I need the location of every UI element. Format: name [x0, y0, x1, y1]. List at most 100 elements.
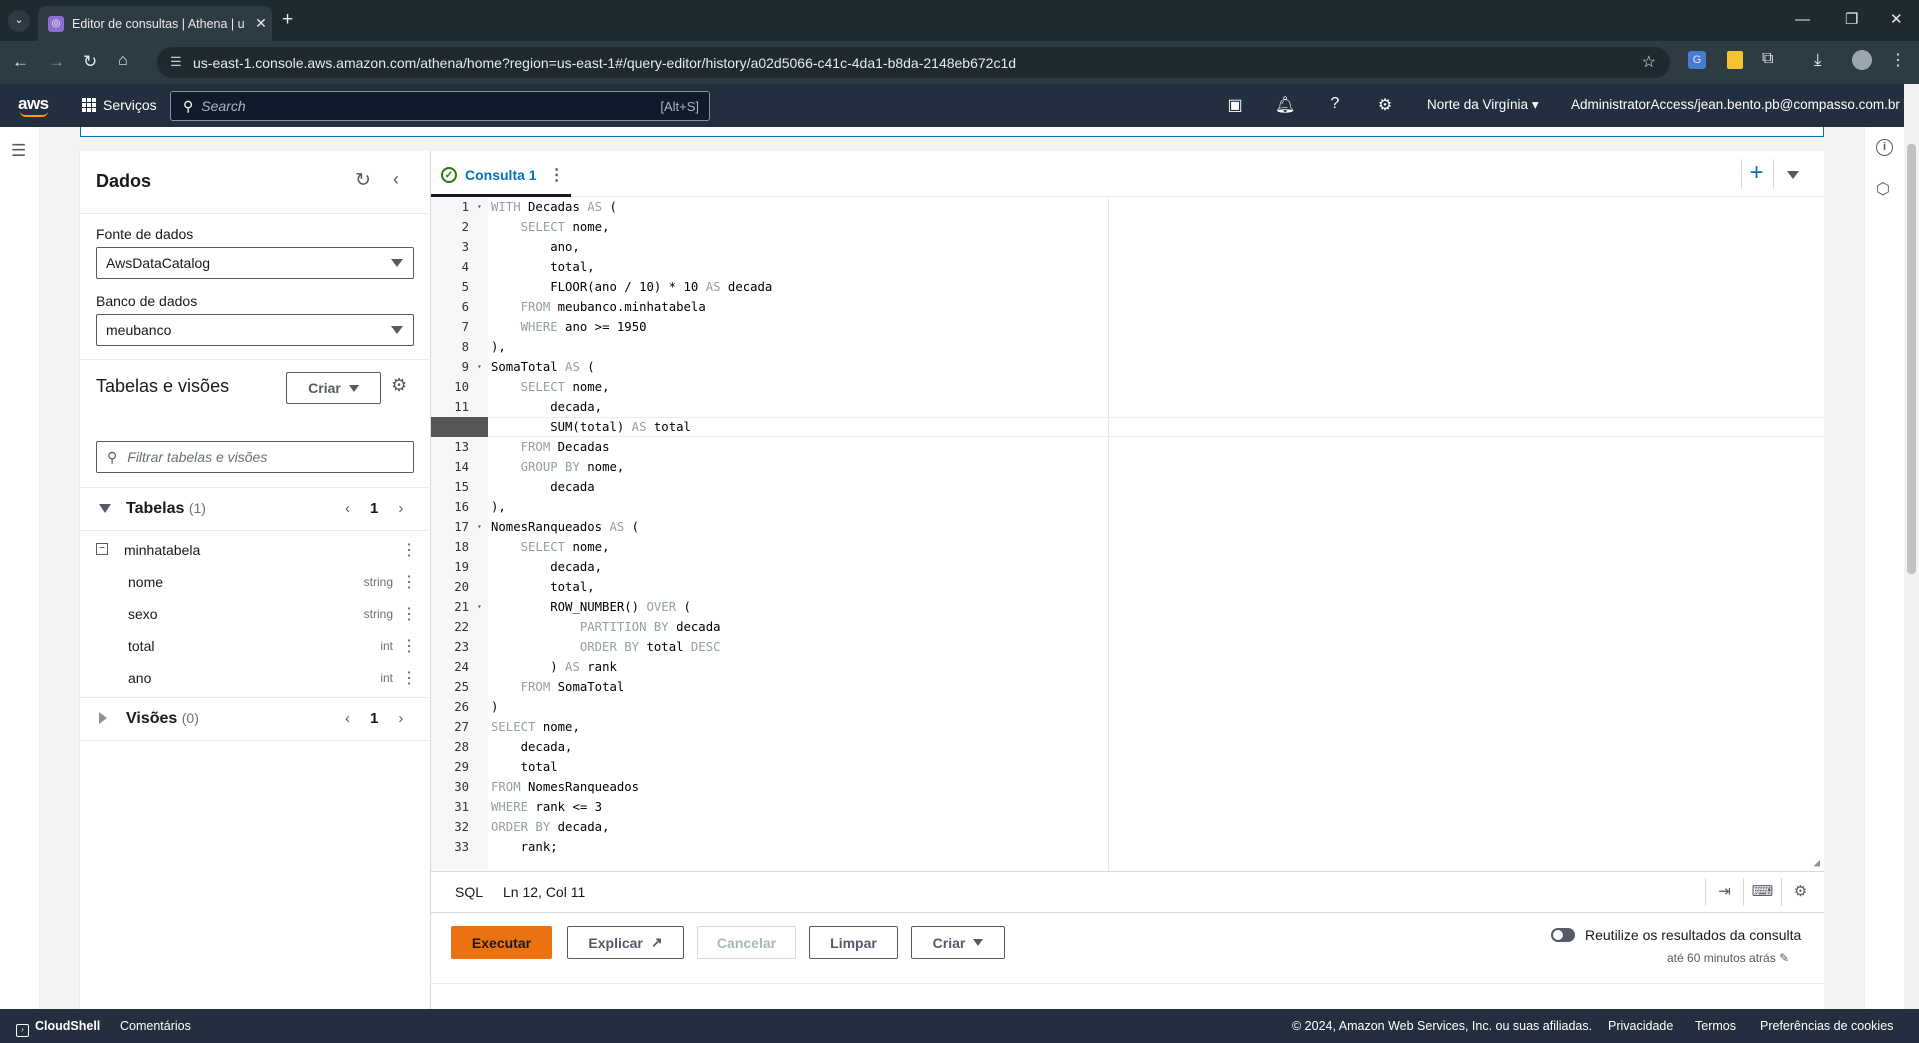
- url-bar[interactable]: ☰ us-east-1.console.aws.amazon.com/athen…: [157, 47, 1670, 78]
- more-actions-icon[interactable]: ⋮: [401, 668, 417, 688]
- forward-icon[interactable]: →: [48, 52, 65, 72]
- database-label: Banco de dados: [96, 293, 198, 309]
- back-icon[interactable]: ←: [12, 52, 29, 72]
- toggle-switch[interactable]: [1551, 928, 1575, 942]
- prev-page-icon[interactable]: ‹: [345, 710, 350, 727]
- browser-menu-icon[interactable]: ⋮: [1890, 50, 1906, 70]
- extension-icon[interactable]: [1727, 51, 1743, 69]
- services-menu[interactable]: Serviços: [82, 97, 157, 113]
- reuse-age[interactable]: até 60 minutos atrás ✎: [1667, 951, 1789, 965]
- filter-tables-input[interactable]: ⚲ Filtrar tabelas e visões: [96, 441, 414, 473]
- minimize-icon[interactable]: —: [1795, 11, 1810, 28]
- info-icon[interactable]: i: [1876, 139, 1893, 156]
- comments-link[interactable]: Comentários: [120, 1019, 191, 1033]
- database-select[interactable]: meubanco: [96, 314, 414, 346]
- data-source-select[interactable]: AwsDataCatalog: [96, 247, 414, 279]
- fold-toggle-icon[interactable]: ▾: [477, 517, 482, 537]
- reload-icon[interactable]: ↻: [83, 52, 97, 72]
- cloudshell-link[interactable]: › CloudShell: [16, 1019, 100, 1037]
- more-actions-icon[interactable]: ⋮: [401, 604, 417, 624]
- tables-section[interactable]: Tabelas (1) ‹ 1 ›: [80, 487, 431, 531]
- line-number: 2: [461, 220, 469, 234]
- bookmark-star-icon[interactable]: ☆: [1642, 52, 1656, 72]
- fold-toggle-icon[interactable]: ▾: [477, 597, 482, 617]
- filter-placeholder: Filtrar tabelas e visões: [127, 449, 268, 465]
- editor-settings-gear-icon[interactable]: ⚙: [1781, 878, 1819, 906]
- privacy-link[interactable]: Privacidade: [1608, 1019, 1673, 1033]
- more-actions-icon[interactable]: ⋮: [401, 572, 417, 592]
- page-scrollbar[interactable]: [1904, 84, 1919, 1009]
- sql-code-editor[interactable]: 1▾23456789▾1011121314151617▾18192021▾222…: [431, 197, 1824, 871]
- account-menu[interactable]: AdministratorAccess/jean.bento.pb@compas…: [1571, 97, 1910, 113]
- region-label: Norte da Virgínia: [1427, 97, 1529, 112]
- chevron-down-icon[interactable]: [1787, 171, 1799, 179]
- help-icon[interactable]: ?: [1324, 95, 1346, 113]
- column-name: nome: [128, 574, 164, 590]
- tab-consulta-1[interactable]: ✓ Consulta 1 ⋮: [441, 165, 565, 185]
- refresh-icon[interactable]: ↻: [355, 169, 371, 192]
- more-actions-icon[interactable]: ⋮: [401, 636, 417, 656]
- tables-count: (1): [188, 500, 206, 516]
- more-actions-icon[interactable]: ⋮: [401, 540, 417, 560]
- new-tab-icon[interactable]: +: [282, 9, 293, 31]
- preferences-gear-icon[interactable]: ⚙: [391, 375, 407, 396]
- line-number: 26: [454, 700, 469, 714]
- column-row: total int ⋮: [80, 630, 431, 662]
- restore-icon[interactable]: ❐: [1845, 10, 1858, 28]
- run-button[interactable]: Executar: [451, 926, 552, 959]
- collapse-box-icon[interactable]: −: [96, 543, 108, 555]
- views-page[interactable]: 1: [370, 710, 378, 727]
- keyboard-shortcuts-icon[interactable]: ⌨: [1743, 878, 1781, 906]
- translate-extension-icon[interactable]: G: [1688, 51, 1706, 69]
- code-line: SELECT nome,: [491, 720, 580, 734]
- views-section[interactable]: Visões (0) ‹ 1 ›: [80, 697, 431, 741]
- home-icon[interactable]: ⌂: [118, 52, 128, 70]
- close-window-icon[interactable]: ✕: [1890, 10, 1903, 28]
- aws-logo[interactable]: aws: [18, 94, 49, 117]
- profile-avatar[interactable]: [1852, 50, 1872, 70]
- cloudshell-icon[interactable]: ▣: [1224, 95, 1246, 115]
- tab-search-icon[interactable]: ⌄: [8, 10, 30, 32]
- explain-button[interactable]: Explicar ↗: [567, 926, 684, 959]
- close-tab-icon[interactable]: ✕: [250, 15, 272, 32]
- search-icon: ⚲: [183, 97, 194, 114]
- line-number: 11: [454, 400, 469, 414]
- next-page-icon[interactable]: ›: [398, 500, 403, 517]
- fold-toggle-icon[interactable]: ▾: [477, 197, 482, 217]
- table-row[interactable]: − minhatabela ⋮: [80, 534, 431, 566]
- search-input[interactable]: ⚲ Search [Alt+S]: [170, 91, 710, 121]
- format-query-icon[interactable]: ⇥: [1705, 878, 1743, 906]
- next-page-icon[interactable]: ›: [398, 710, 403, 727]
- hexagon-icon[interactable]: ⬡: [1876, 179, 1890, 199]
- extensions-puzzle-icon[interactable]: ⧉: [1762, 50, 1773, 68]
- collapse-panel-icon[interactable]: ‹: [393, 169, 399, 190]
- browser-tab[interactable]: ◎ Editor de consultas | Athena | u ✕: [38, 6, 272, 41]
- reuse-results-toggle[interactable]: Reutilize os resultados da consulta: [1551, 927, 1801, 943]
- settings-gear-icon[interactable]: ⚙: [1374, 95, 1396, 115]
- line-number: 7: [461, 320, 469, 334]
- add-query-tab-icon[interactable]: +: [1741, 159, 1771, 189]
- notifications-bell-icon[interactable]: 🔔︎: [1274, 95, 1296, 115]
- fold-toggle-icon[interactable]: ▾: [477, 357, 482, 377]
- code-line: WITH Decadas AS (: [491, 200, 617, 214]
- terms-link[interactable]: Termos: [1695, 1019, 1736, 1033]
- column-row: nome string ⋮: [80, 566, 431, 598]
- column-row: sexo string ⋮: [80, 598, 431, 630]
- prev-page-icon[interactable]: ‹: [345, 500, 350, 517]
- tab-options-icon[interactable]: ⋮: [549, 165, 565, 185]
- hamburger-menu-icon[interactable]: ☰: [11, 141, 26, 161]
- resize-handle-icon[interactable]: ◢: [1813, 856, 1820, 869]
- create-table-button[interactable]: Criar: [286, 372, 381, 404]
- cancel-button[interactable]: Cancelar: [697, 926, 796, 959]
- line-number: 22: [454, 620, 469, 634]
- site-info-icon[interactable]: ☰: [170, 54, 182, 70]
- clear-button[interactable]: Limpar: [809, 926, 898, 959]
- line-number: 31: [454, 800, 469, 814]
- region-selector[interactable]: Norte da Virgínia ▾: [1427, 97, 1539, 113]
- create-button[interactable]: Criar: [911, 926, 1005, 959]
- cookie-preferences-link[interactable]: Preferências de cookies: [1760, 1019, 1893, 1033]
- tables-page[interactable]: 1: [370, 500, 378, 517]
- download-icon[interactable]: ⤓: [1814, 50, 1822, 70]
- column-type: int: [380, 671, 393, 685]
- edit-pencil-icon[interactable]: ✎: [1779, 951, 1789, 965]
